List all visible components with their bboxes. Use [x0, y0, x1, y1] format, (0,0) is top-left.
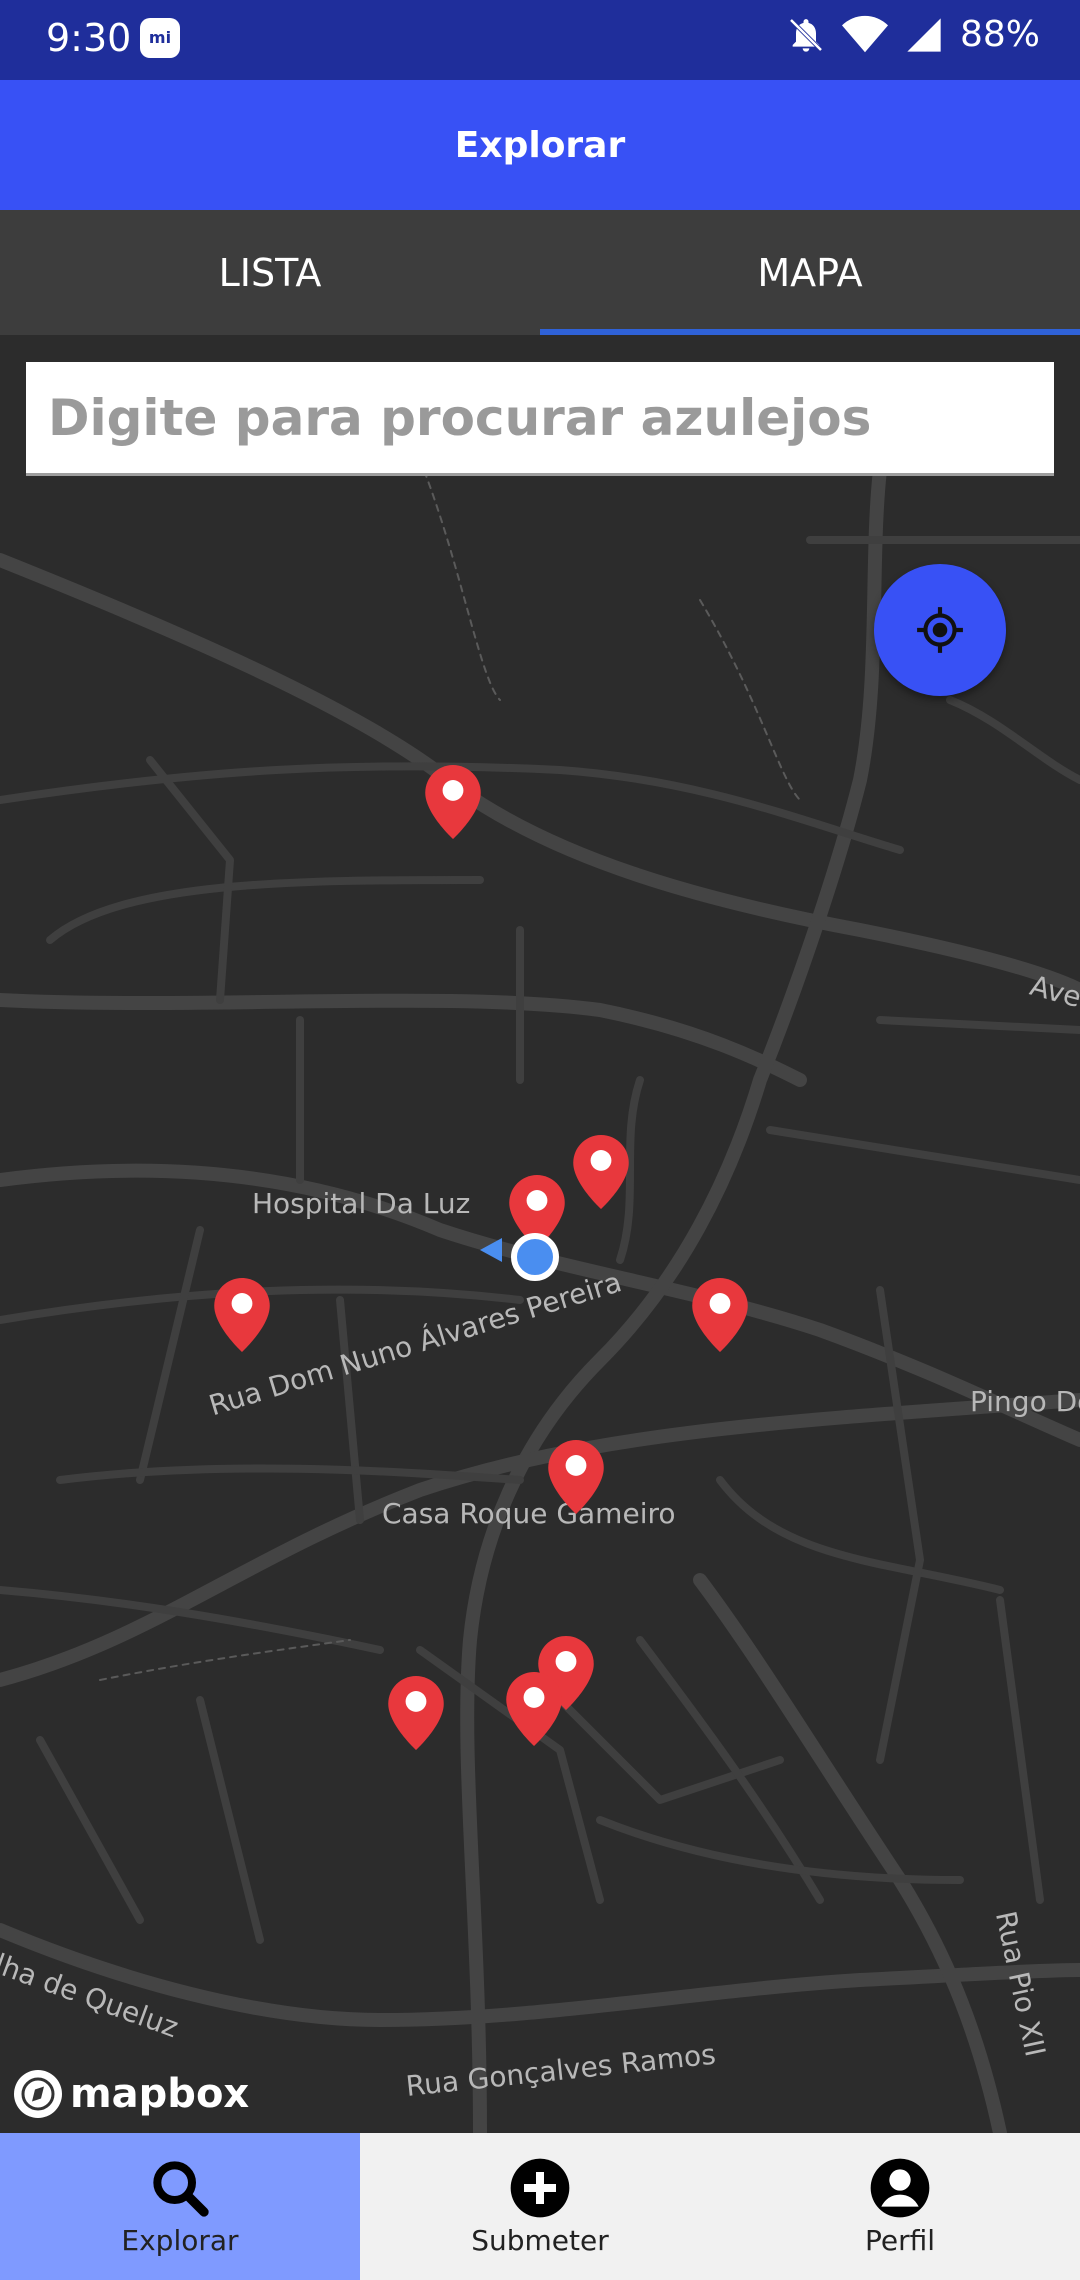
- mapbox-logo-icon: [14, 2070, 62, 2118]
- search-icon: [153, 2161, 209, 2217]
- tile-location-pin[interactable]: [425, 765, 481, 839]
- nav-submeter[interactable]: Submeter: [360, 2133, 720, 2280]
- tab-mapa[interactable]: MAPA: [540, 210, 1080, 335]
- nav-perfil-label: Perfil: [864, 2224, 936, 2257]
- add-circle-icon: [510, 2158, 570, 2218]
- tab-bar: LISTA MAPA: [0, 210, 1080, 335]
- nav-submeter-label: Submeter: [471, 2224, 609, 2257]
- map-label-hospital: Hospital Da Luz: [252, 1187, 471, 1220]
- mi-notification-icon: mi: [140, 18, 180, 58]
- tile-location-pin[interactable]: [388, 1676, 444, 1750]
- signal-icon: [907, 17, 941, 52]
- status-icons: 88%: [786, 14, 1040, 55]
- crosshair-icon: [917, 607, 963, 653]
- user-heading-indicator: [480, 1238, 502, 1262]
- search-box[interactable]: [26, 362, 1054, 476]
- map-label-pingo: Pingo Doce: [970, 1385, 1080, 1418]
- map-label-casa: Casa Roque Gameiro: [382, 1497, 676, 1530]
- tile-location-pin[interactable]: [214, 1278, 270, 1352]
- mapbox-attribution[interactable]: mapbox: [14, 2070, 249, 2118]
- nav-explorar[interactable]: Explorar: [0, 2133, 360, 2280]
- nav-explorar-label: Explorar: [121, 2224, 239, 2257]
- page-title: Explorar: [454, 124, 626, 166]
- status-bar: 9:30 mi 88%: [0, 0, 1080, 80]
- mapbox-label: mapbox: [70, 2071, 250, 2117]
- search-input[interactable]: [26, 362, 1054, 473]
- status-time: 9:30: [46, 16, 132, 60]
- tile-location-pin[interactable]: [548, 1440, 604, 1514]
- account-icon: [870, 2158, 930, 2218]
- tile-location-pin[interactable]: [573, 1135, 629, 1209]
- nav-perfil[interactable]: Perfil: [720, 2133, 1080, 2280]
- my-location-button[interactable]: [874, 564, 1006, 696]
- tile-location-pin[interactable]: [506, 1672, 562, 1746]
- notifications-off-icon: [789, 18, 823, 52]
- user-location-dot: [511, 1233, 559, 1281]
- tile-location-pin[interactable]: [692, 1278, 748, 1352]
- wifi-icon: [841, 15, 888, 52]
- tab-lista[interactable]: LISTA: [0, 210, 540, 335]
- bottom-navigation: Explorar Submeter Perfil: [0, 2133, 1080, 2280]
- app-bar: Explorar: [0, 80, 1080, 210]
- battery-level: 88%: [959, 14, 1040, 55]
